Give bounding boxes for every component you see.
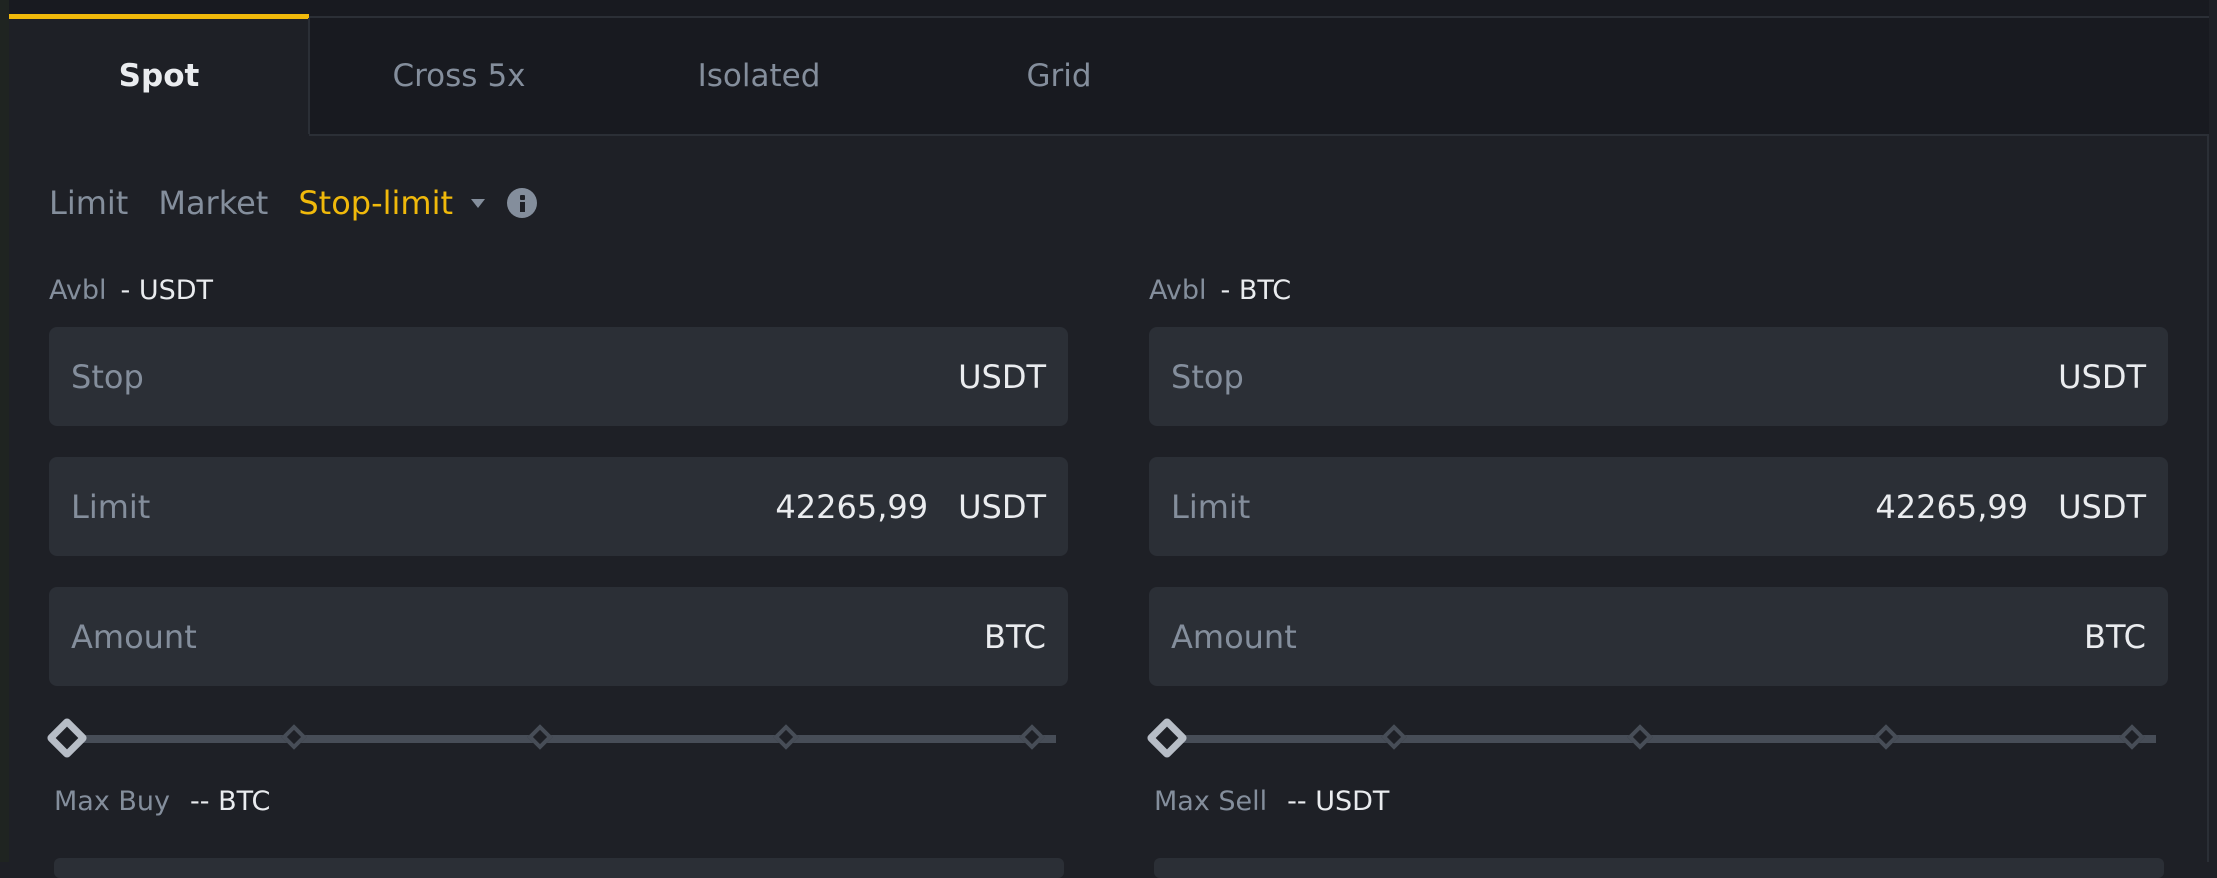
amount-slider[interactable] [45,708,1068,768]
tab-label: Spot [118,58,200,94]
tab-isolated[interactable]: Isolated [609,18,909,134]
slider-step-50[interactable] [527,724,553,750]
tab-label: Isolated [697,58,821,94]
amount-input[interactable]: Amount BTC [1149,587,2168,686]
slider-handle[interactable] [1145,716,1189,760]
order-type-stop-limit[interactable]: Stop-limit [298,184,453,222]
slider-step-100[interactable] [1019,724,1045,750]
max-sell: Max Sell -- USDT [1149,786,2168,817]
sell-form: Avbl - BTC Stop USDT Limit 42265,99 USDT… [1145,270,2168,817]
leverage-badge: 5x [487,58,526,94]
avbl-value: - BTC [1220,274,1292,306]
tab-label: Grid [1026,58,1092,94]
amount-placeholder: Amount [71,617,197,656]
available-balance: Avbl - BTC [1149,270,2168,310]
amount-placeholder: Amount [1171,617,1297,656]
avbl-value: - USDT [120,274,214,306]
stop-unit: USDT [2058,357,2146,396]
tab-cross[interactable]: Cross 5x [309,18,609,134]
caret-down-icon[interactable] [471,198,486,208]
buy-button-edge[interactable] [54,858,1064,878]
stop-price-input[interactable]: Stop USDT [49,327,1068,426]
limit-placeholder: Limit [71,487,151,526]
slider-step-75[interactable] [1873,724,1899,750]
info-icon[interactable] [507,188,538,218]
order-type-limit[interactable]: Limit [49,184,128,222]
slider-track[interactable] [65,735,1056,743]
stop-placeholder: Stop [1171,357,1244,396]
amount-slider[interactable] [1145,708,2168,768]
available-balance: Avbl - USDT [49,270,1068,310]
max-buy-label: Max Buy [54,786,171,817]
limit-value: 42265,99 [775,487,929,526]
amount-input[interactable]: Amount BTC [49,587,1068,686]
order-type-market[interactable]: Market [158,184,268,222]
slider-track[interactable] [1165,735,2156,743]
limit-price-input[interactable]: Limit 42265,99 USDT [49,457,1068,556]
tab-label: Cross [392,58,478,94]
avbl-label: Avbl [49,274,107,306]
slider-step-100[interactable] [2119,724,2145,750]
slider-handle[interactable] [45,716,89,760]
amount-unit: BTC [2084,617,2146,656]
tab-spot[interactable]: Spot [9,14,310,136]
avbl-label: Avbl [1149,274,1207,306]
top-band [9,0,2209,16]
limit-unit: USDT [2058,487,2146,526]
limit-price-input[interactable]: Limit 42265,99 USDT [1149,457,2168,556]
limit-unit: USDT [958,487,1046,526]
slider-step-25[interactable] [1381,724,1407,750]
max-sell-label: Max Sell [1154,786,1268,817]
stop-placeholder: Stop [71,357,144,396]
max-buy-value: -- BTC [190,786,271,817]
trade-mode-tabs: Spot Cross 5x Isolated Grid [9,14,2209,136]
max-sell-value: -- USDT [1287,786,1390,817]
slider-step-75[interactable] [773,724,799,750]
limit-placeholder: Limit [1171,487,1251,526]
stop-price-input[interactable]: Stop USDT [1149,327,2168,426]
stop-unit: USDT [958,357,1046,396]
tab-grid[interactable]: Grid [909,18,1209,134]
order-type-selector: Limit Market Stop-limit [49,178,538,228]
slider-step-25[interactable] [281,724,307,750]
max-buy: Max Buy -- BTC [49,786,1068,817]
amount-unit: BTC [984,617,1046,656]
slider-step-50[interactable] [1627,724,1653,750]
buy-form: Avbl - USDT Stop USDT Limit 42265,99 USD… [45,270,1068,817]
sell-button-edge[interactable] [1154,858,2164,878]
left-panel-edge [0,0,9,862]
limit-value: 42265,99 [1875,487,2029,526]
